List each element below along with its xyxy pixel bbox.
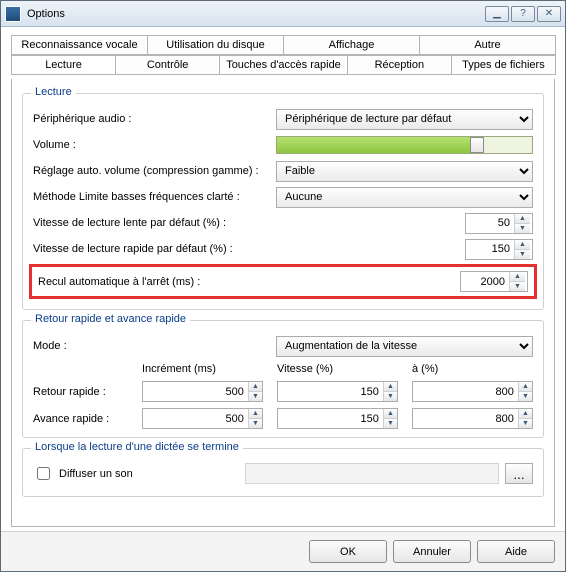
minimize-button[interactable]: ▁ [485,6,509,22]
rw-speed-spinner[interactable]: ▲▼ [277,381,398,402]
autovol-combo[interactable]: Faible [276,161,533,182]
rewind-spinner[interactable]: ▲▼ [460,271,528,292]
rw-to-input[interactable] [413,382,518,401]
ff-to-spinner[interactable]: ▲▼ [412,408,533,429]
ff-speed-spinner[interactable]: ▲▼ [277,408,398,429]
ok-button[interactable]: OK [309,540,387,563]
tab-reception[interactable]: Réception [347,55,452,75]
help-button[interactable]: ? [511,6,535,22]
rw-increment-spinner[interactable]: ▲▼ [142,381,263,402]
volume-slider[interactable] [276,136,533,154]
tab-touches-acces-rapide[interactable]: Touches d'accès rapide [219,55,348,75]
volume-label: Volume : [33,139,268,151]
tab-types-de-fichiers[interactable]: Types de fichiers [451,55,556,75]
fast-speed-spinner[interactable]: ▲▼ [465,239,533,260]
cancel-button[interactable]: Annuler [393,540,471,563]
tab-affichage[interactable]: Affichage [283,35,420,55]
tab-reconnaissance-vocale[interactable]: Reconnaissance vocale [11,35,148,55]
spinner-up-icon[interactable]: ▲ [519,409,532,419]
ff-increment-spinner[interactable]: ▲▼ [142,408,263,429]
slow-speed-label: Vitesse de lecture lente par défaut (%) … [33,217,268,229]
spinner-down-icon[interactable]: ▼ [384,419,397,428]
tab-utilisation-du-disque[interactable]: Utilisation du disque [147,35,284,55]
sound-path-input [245,463,499,484]
slow-speed-spinner[interactable]: ▲▼ [465,213,533,234]
app-icon [5,6,21,22]
tab-controle[interactable]: Contrôle [115,55,220,75]
bass-combo[interactable]: Aucune [276,187,533,208]
rewind-input[interactable] [461,272,509,291]
ff-increment-input[interactable] [143,409,248,428]
audio-device-combo[interactable]: Périphérique de lecture par défaut [276,109,533,130]
spinner-down-icon[interactable]: ▼ [519,392,532,401]
browse-sound-button[interactable]: ... [505,463,533,484]
rw-speed-input[interactable] [278,382,383,401]
group-lecture-legend: Lecture [31,86,76,98]
group-ffrw-legend: Retour rapide et avance rapide [31,313,190,325]
group-end-legend: Lorsque la lecture d'une dictée se termi… [31,441,243,453]
rw-to-spinner[interactable]: ▲▼ [412,381,533,402]
ffrw-mode-combo[interactable]: Augmentation de la vitesse [276,336,533,357]
ff-speed-input[interactable] [278,409,383,428]
spinner-down-icon[interactable]: ▼ [510,282,525,291]
spinner-up-icon[interactable]: ▲ [384,382,397,392]
spinner-up-icon[interactable]: ▲ [519,382,532,392]
col-increment-header: Incrément (ms) [142,363,263,375]
spinner-down-icon[interactable]: ▼ [515,250,530,259]
fast-speed-label: Vitesse de lecture rapide par défaut (%)… [33,243,268,255]
spinner-down-icon[interactable]: ▼ [249,419,262,428]
help-button-footer[interactable]: Aide [477,540,555,563]
ffrw-mode-label: Mode : [33,340,268,352]
spinner-up-icon[interactable]: ▲ [249,409,262,419]
slow-speed-input[interactable] [466,214,514,233]
spinner-up-icon[interactable]: ▲ [510,272,525,282]
col-speed-header: Vitesse (%) [277,363,398,375]
spinner-up-icon[interactable]: ▲ [515,214,530,224]
ff-label: Avance rapide : [33,413,128,425]
spinner-up-icon[interactable]: ▲ [249,382,262,392]
spinner-up-icon[interactable]: ▲ [384,409,397,419]
spinner-down-icon[interactable]: ▼ [249,392,262,401]
window-title: Options [27,8,485,20]
audio-device-label: Périphérique audio : [33,113,268,125]
play-sound-label: Diffuser un son [59,468,239,480]
play-sound-checkbox[interactable] [37,467,50,480]
spinner-down-icon[interactable]: ▼ [519,419,532,428]
spinner-down-icon[interactable]: ▼ [515,224,530,233]
col-to-header: à (%) [412,363,533,375]
close-button[interactable]: ✕ [537,6,561,22]
spinner-down-icon[interactable]: ▼ [384,392,397,401]
ff-to-input[interactable] [413,409,518,428]
rewind-highlighted-row: Recul automatique à l'arrêt (ms) : ▲▼ [29,264,537,299]
rewind-label: Recul automatique à l'arrêt (ms) : [38,276,273,288]
spinner-up-icon[interactable]: ▲ [515,240,530,250]
fast-speed-input[interactable] [466,240,514,259]
rw-label: Retour rapide : [33,386,128,398]
bass-label: Méthode Limite basses fréquences clarté … [33,191,268,203]
rw-increment-input[interactable] [143,382,248,401]
tab-lecture[interactable]: Lecture [11,55,116,75]
autovol-label: Réglage auto. volume (compression gamme)… [33,165,268,177]
tab-autre[interactable]: Autre [419,35,556,55]
